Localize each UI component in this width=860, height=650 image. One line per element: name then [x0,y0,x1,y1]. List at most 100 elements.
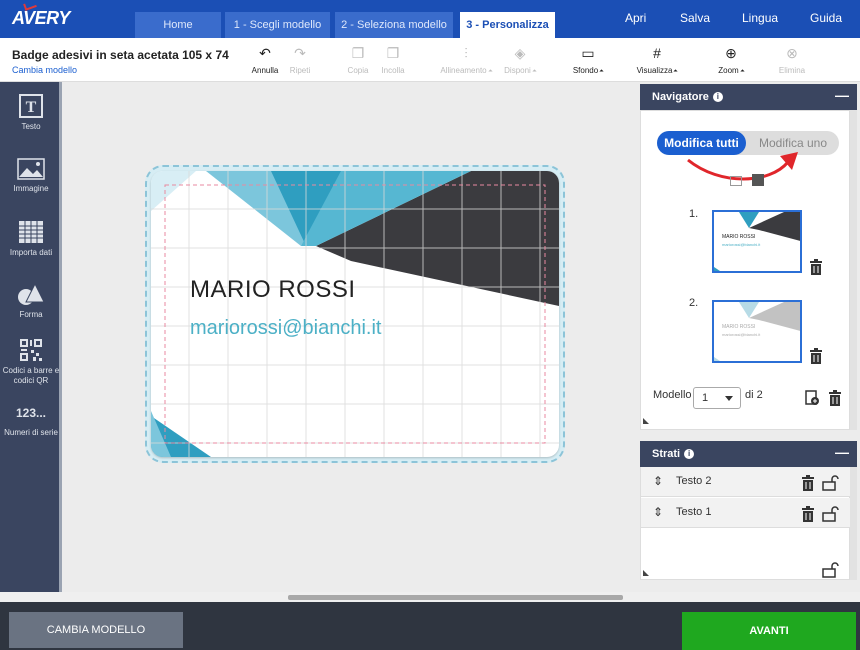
arrange-button[interactable]: ◈ Disponi [502,44,538,75]
badge-name-text[interactable]: MARIO ROSSI [190,276,356,304]
page-view-icon[interactable] [752,174,764,186]
sidebar-item-text[interactable]: T Testo [0,94,62,132]
undo-button[interactable]: ↶ Annulla [248,44,282,75]
serial-number-icon: 123... [15,406,47,420]
page-thumbnail[interactable]: MARIO ROSSI mariorossi@bianchi.it [712,300,802,363]
align-label: Allineamento [440,66,492,75]
layers-header: Strati i — [640,441,857,467]
design-canvas[interactable]: MARIO ROSSI mariorossi@bianchi.it [62,82,640,592]
trash-icon[interactable] [801,475,815,491]
delete-icon: ⊗ [786,45,798,61]
view-label: Visualizza [636,66,678,75]
view-button[interactable]: # Visualizza [636,44,678,75]
copy-button[interactable]: ❐ Copia [343,44,373,75]
undo-icon: ↶ [259,45,271,61]
sidebar-item-image[interactable]: Immagine [0,158,62,194]
tab-select-model[interactable]: 2 - Seleziona modello [335,12,453,38]
sidebar-item-label: Immagine [13,184,49,193]
tab-personalize[interactable]: 3 - Personalizza [460,12,555,38]
model-of-label: di 2 [745,389,763,401]
sidebar-item-barcodes[interactable]: Codici a barre e codici QR [0,338,62,386]
table-icon [19,221,43,243]
zoom-button[interactable]: ⊕ Zoom [714,44,748,75]
sidebar-item-label: Testo [21,122,41,131]
zoom-label: Zoom [714,66,748,75]
redo-button[interactable]: ↷ Ripeti [285,44,315,75]
bottom-bar: CAMBIA MODELLO AVANTI [0,602,860,650]
qr-code-icon [20,339,42,361]
resize-handle-icon[interactable] [643,418,649,424]
layers-scrollbar[interactable] [850,467,857,580]
page-view-icon[interactable] [730,176,742,186]
layer-row[interactable]: ⇕ Testo 1 [641,498,850,528]
trash-icon[interactable] [809,259,823,275]
change-model-link[interactable]: Cambia modello [12,65,77,75]
sidebar-item-label: Forma [19,310,43,319]
model-select[interactable]: 1 [693,387,741,409]
drag-handle-icon[interactable]: ⇕ [653,474,663,488]
tab-choose-model[interactable]: 1 - Scegli modello [225,12,330,38]
thumbnail-name: MARIO ROSSI [722,234,756,240]
background-label: Sfondo [570,66,606,75]
paste-label: Incolla [381,66,405,75]
sidebar-item-shape[interactable]: Forma [0,282,62,320]
arrange-icon: ◈ [514,45,526,61]
thumbnail-name: MARIO ROSSI [722,324,756,330]
paste-button[interactable]: ❐ Incolla [378,44,408,75]
thumbnail-number: 1. [689,208,699,220]
drag-handle-icon[interactable]: ⇕ [653,505,663,519]
grid-icon: # [653,45,661,61]
copy-label: Copia [347,66,369,75]
next-button[interactable]: AVANTI [682,612,856,650]
add-page-icon[interactable] [805,390,819,406]
info-icon[interactable]: i [684,449,695,459]
scrollbar-thumb[interactable] [288,595,623,600]
canvas-horizontal-scrollbar[interactable] [0,592,860,602]
language-link[interactable]: Lingua [742,11,778,25]
badge-card[interactable]: MARIO ROSSI mariorossi@bianchi.it [151,171,559,457]
avery-logo[interactable]: AVERY [12,0,70,29]
paste-icon: ❐ [386,45,400,61]
navigator-header: Navigatore i — [640,84,857,110]
trash-icon[interactable] [801,506,815,522]
text-icon: T [19,94,43,118]
thumbnail-email: mariorossi@bianchi.it [722,332,761,337]
delete-button[interactable]: ⊗ Elimina [776,44,808,75]
collapse-icon[interactable]: — [835,444,849,460]
tab-home[interactable]: Home [135,12,221,38]
arrange-label: Disponi [502,66,538,75]
trash-icon[interactable] [809,348,823,364]
background-button[interactable]: ▭ Sfondo [570,44,606,75]
save-link[interactable]: Salva [680,11,710,25]
delete-label: Elimina [778,66,806,75]
sidebar-item-import-data[interactable]: Importa dati [0,220,62,258]
trash-icon[interactable] [828,390,842,406]
badge-email-text[interactable]: mariorossi@bianchi.it [190,317,381,340]
change-model-button[interactable]: CAMBIA MODELLO [9,612,183,648]
badge-background-graphic [151,171,559,457]
document-title: Badge adesivi in seta acetata 105 x 74 [12,48,229,62]
resize-handle-icon[interactable] [643,570,649,576]
annotation-arrow [687,152,798,181]
svg-text:T: T [26,99,37,116]
layer-label: Testo 2 [676,475,712,487]
page-thumbnail[interactable]: MARIO ROSSI mariorossi@bianchi.it [712,210,802,273]
unlock-icon[interactable] [822,561,840,578]
sidebar-item-serial-numbers[interactable]: 123... Numeri di serie [0,406,62,438]
undo-label: Annulla [251,66,279,75]
align-button[interactable]: ⫶ Allineamento [440,44,492,75]
zoom-icon: ⊕ [725,45,737,61]
unlock-icon[interactable] [822,505,840,522]
copy-icon: ❐ [351,45,365,61]
layers-title: Strati [652,448,681,460]
layer-row[interactable]: ⇕ Testo 2 [641,467,850,497]
help-link[interactable]: Guida [810,11,842,25]
unlock-icon[interactable] [822,474,840,491]
navigator-scrollbar[interactable] [850,110,857,430]
sidebar-item-label: Importa dati [9,248,53,257]
model-label: Modello [653,389,692,401]
info-icon[interactable]: i [712,92,723,102]
open-link[interactable]: Apri [625,11,646,25]
sidebar-item-label: Numeri di serie [4,428,58,437]
collapse-icon[interactable]: — [835,87,849,103]
